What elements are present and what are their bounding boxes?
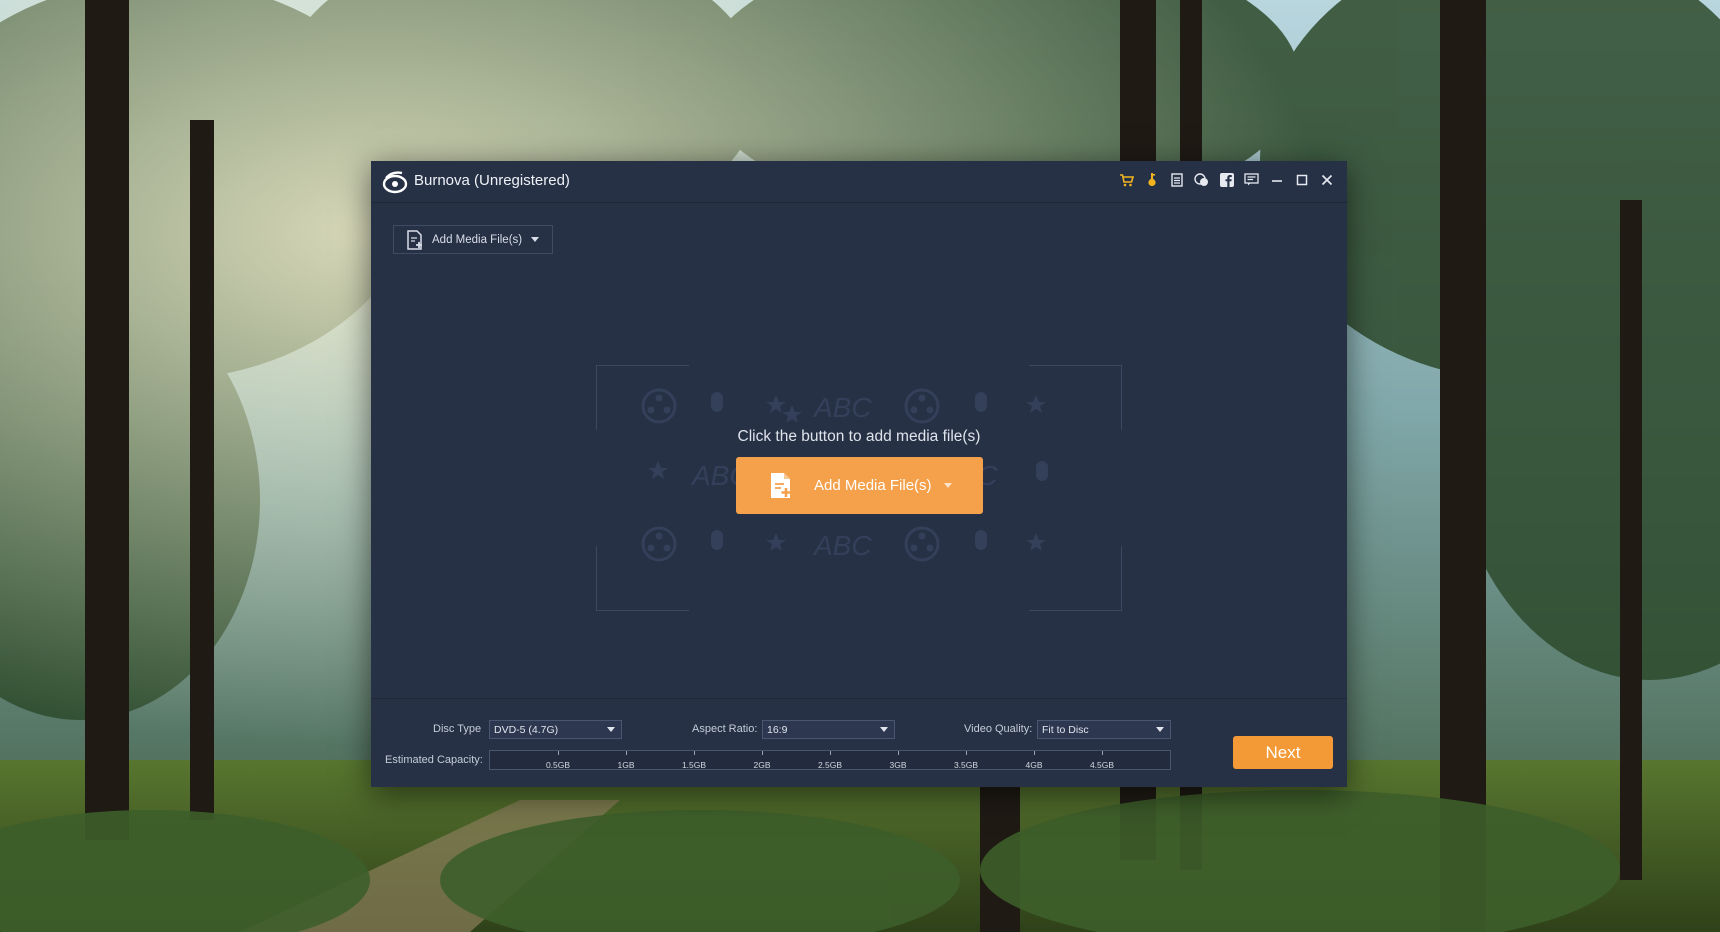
next-button[interactable]: Next xyxy=(1233,736,1333,769)
video-quality-label: Video Quality: xyxy=(964,723,1033,735)
aspect-ratio-label: Aspect Ratio: xyxy=(692,723,758,735)
capacity-tick xyxy=(558,751,559,755)
capacity-tick-label: 2GB xyxy=(753,760,771,770)
capacity-tick xyxy=(966,751,967,755)
burnova-window: Burnova (Unregistered) Add Media File(s)… xyxy=(371,161,1347,787)
add-media-files-button[interactable]: Add Media File(s) xyxy=(393,225,553,254)
chevron-down-icon xyxy=(607,727,615,732)
capacity-tick xyxy=(694,751,695,755)
disc-type-label: Disc Type xyxy=(433,723,482,735)
maximize-icon[interactable] xyxy=(1293,171,1310,188)
capacity-tick-label: 1.5GB xyxy=(681,760,707,770)
capacity-tick xyxy=(1034,751,1035,755)
disc-type-value: DVD-5 (4.7G) xyxy=(494,723,559,736)
title-bar: Burnova (Unregistered) xyxy=(371,161,1347,203)
chevron-down-icon[interactable] xyxy=(943,483,952,488)
capacity-tick-label: 3.5GB xyxy=(953,760,979,770)
aspect-ratio-value: 16:9 xyxy=(767,723,788,736)
chevron-down-icon[interactable] xyxy=(531,237,540,242)
add-media-files-label: Add Media File(s) xyxy=(432,233,523,246)
media-drop-zone[interactable]: ABC ABC ABC ABC Click the button to add … xyxy=(596,365,1122,611)
minimize-icon[interactable] xyxy=(1268,171,1285,188)
capacity-tick-label: 2.5GB xyxy=(817,760,843,770)
capacity-tick-label: 0.5GB xyxy=(545,760,571,770)
capacity-tick xyxy=(762,751,763,755)
chevron-down-icon xyxy=(1156,727,1164,732)
window-title: Burnova (Unregistered) xyxy=(414,172,570,189)
capacity-tick-label: 1GB xyxy=(617,760,635,770)
capacity-tick-label: 4GB xyxy=(1025,760,1043,770)
add-media-files-main-label: Add Media File(s) xyxy=(814,477,932,494)
watermark-abc: ABC xyxy=(812,392,872,423)
chevron-down-icon xyxy=(880,727,888,732)
facebook-icon[interactable] xyxy=(1218,171,1235,188)
cart-icon[interactable] xyxy=(1118,171,1135,188)
aspect-ratio-select[interactable]: 16:9 xyxy=(762,720,895,739)
capacity-tick-label: 4.5GB xyxy=(1089,760,1115,770)
close-icon[interactable] xyxy=(1318,171,1335,188)
output-settings-bar: Disc Type DVD-5 (4.7G) Aspect Ratio: 16:… xyxy=(371,698,1347,788)
capacity-tick xyxy=(898,751,899,755)
video-quality-value: Fit to Disc xyxy=(1042,723,1089,736)
menu-icon[interactable] xyxy=(1243,171,1260,188)
burnova-logo-icon xyxy=(382,171,408,194)
document-icon[interactable] xyxy=(1168,171,1185,188)
feedback-icon[interactable] xyxy=(1193,171,1210,188)
add-file-icon xyxy=(771,472,791,498)
drop-zone-hint: Click the button to add media file(s) xyxy=(737,428,981,445)
capacity-tick-label: 3GB xyxy=(889,760,907,770)
capacity-tick xyxy=(830,751,831,755)
key-icon[interactable] xyxy=(1143,171,1160,188)
add-media-files-main-button[interactable]: Add Media File(s) xyxy=(736,457,983,514)
capacity-tick xyxy=(1102,751,1103,755)
titlebar-controls xyxy=(1118,171,1335,188)
add-file-icon xyxy=(407,229,422,250)
disc-type-select[interactable]: DVD-5 (4.7G) xyxy=(489,720,622,739)
capacity-tick xyxy=(626,751,627,755)
video-quality-select[interactable]: Fit to Disc xyxy=(1037,720,1171,739)
watermark-abc: ABC xyxy=(812,530,872,561)
capacity-bar: 0.5GB 1GB 1.5GB 2GB 2.5GB 3GB 3.5GB 4GB … xyxy=(489,750,1171,770)
estimated-capacity-label: Estimated Capacity: xyxy=(385,754,483,766)
